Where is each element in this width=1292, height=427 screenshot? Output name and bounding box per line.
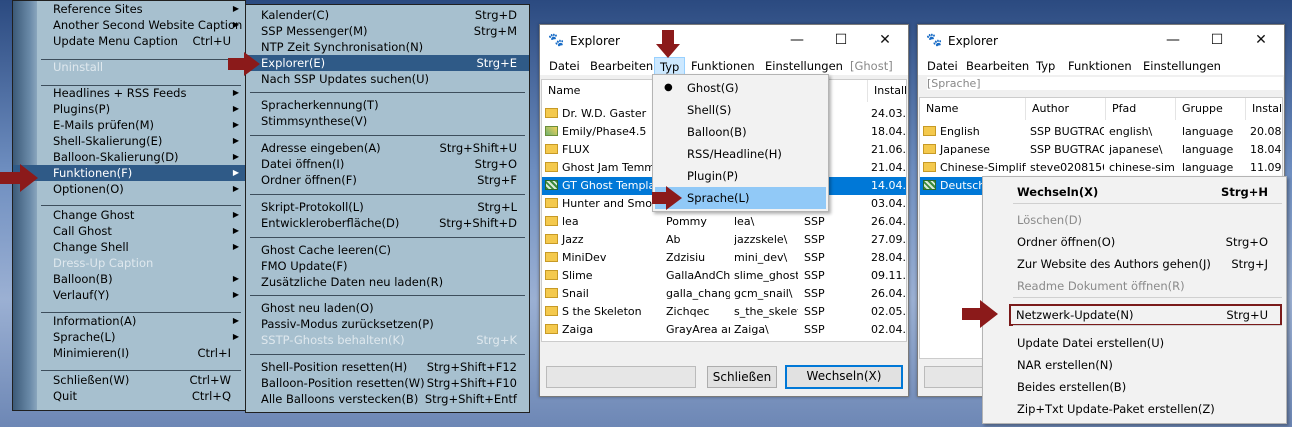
arrow-functions bbox=[0, 164, 38, 192]
annotation-arrows bbox=[0, 30, 998, 328]
arrow-explorer bbox=[228, 52, 260, 76]
arrow-typ bbox=[656, 30, 680, 58]
arrow-network-update bbox=[962, 300, 998, 328]
arrow-sprache bbox=[652, 186, 682, 210]
